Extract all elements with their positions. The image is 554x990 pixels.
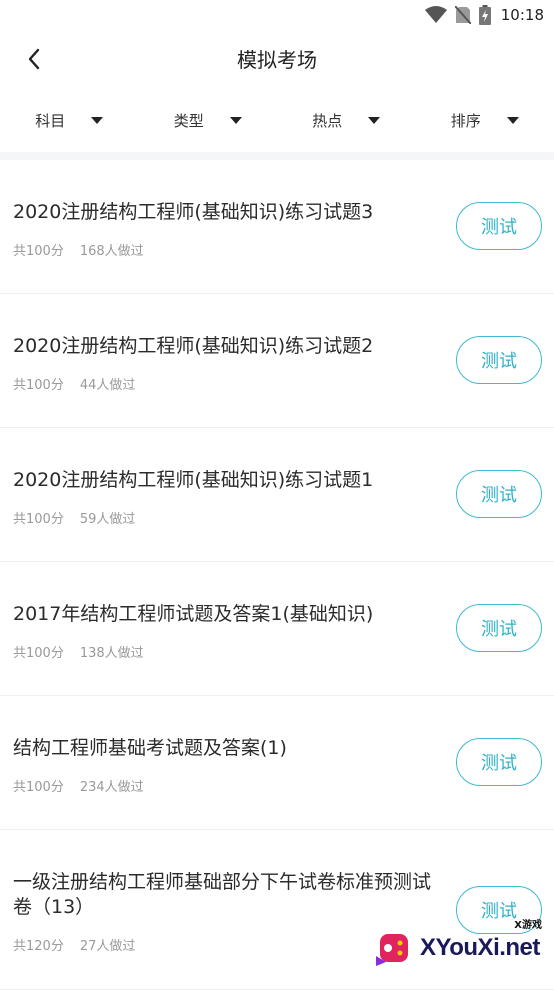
exam-meta: 共100分 44人做过 <box>13 374 135 393</box>
filter-label: 类型 <box>174 110 204 131</box>
list-item[interactable]: 2020注册结构工程师(基础知识)练习试题2 共100分 44人做过 测试 <box>0 294 554 428</box>
list-item[interactable]: 2020注册结构工程师(基础知识)练习试题1 共100分 59人做过 测试 <box>0 428 554 562</box>
exam-title: 2020注册结构工程师(基础知识)练习试题2 <box>13 334 433 359</box>
caret-down-icon <box>230 117 242 124</box>
watermark-text: XYouXi.net <box>420 934 540 962</box>
exam-title: 2020注册结构工程师(基础知识)练习试题1 <box>13 468 433 493</box>
divider <box>0 152 554 160</box>
exam-list: 2020注册结构工程师(基础知识)练习试题3 共100分 168人做过 测试 2… <box>0 160 554 990</box>
test-button[interactable]: 测试 <box>456 470 542 518</box>
filter-type[interactable]: 类型 <box>139 96 278 144</box>
exam-count: 168人做过 <box>80 240 144 259</box>
test-button[interactable]: 测试 <box>456 738 542 786</box>
filter-subject[interactable]: 科目 <box>0 96 139 144</box>
exam-score: 共120分 <box>13 935 64 954</box>
exam-score: 共100分 <box>13 776 64 795</box>
exam-count: 59人做过 <box>80 508 136 527</box>
gamepad-logo-icon <box>374 928 414 968</box>
exam-meta: 共100分 168人做过 <box>13 240 144 259</box>
exam-count: 27人做过 <box>80 935 136 954</box>
list-item[interactable]: 2020注册结构工程师(基础知识)练习试题3 共100分 168人做过 测试 <box>0 160 554 294</box>
list-item[interactable]: 2017年结构工程师试题及答案1(基础知识) 共100分 138人做过 测试 <box>0 562 554 696</box>
exam-score: 共100分 <box>13 374 64 393</box>
exam-title: 2017年结构工程师试题及答案1(基础知识) <box>13 602 433 627</box>
exam-score: 共100分 <box>13 240 64 259</box>
exam-title: 一级注册结构工程师基础部分下午试卷标准预测试卷（13） <box>13 870 433 920</box>
page-title: 模拟考场 <box>0 44 554 73</box>
filter-label: 科目 <box>35 110 65 131</box>
exam-meta: 共100分 234人做过 <box>13 776 144 795</box>
exam-count: 138人做过 <box>80 642 144 661</box>
exam-title: 2020注册结构工程师(基础知识)练习试题3 <box>13 200 433 225</box>
filter-label: 排序 <box>451 110 481 131</box>
filter-bar: 科目 类型 热点 排序 <box>0 96 554 144</box>
exam-score: 共100分 <box>13 642 64 661</box>
caret-down-icon <box>368 117 380 124</box>
status-time: 10:18 <box>501 6 544 24</box>
exam-count: 234人做过 <box>80 776 144 795</box>
exam-meta: 共100分 138人做过 <box>13 642 144 661</box>
filter-label: 热点 <box>312 110 342 131</box>
header: 模拟考场 <box>0 30 554 88</box>
battery-charging-icon <box>479 5 491 25</box>
exam-count: 44人做过 <box>80 374 136 393</box>
wifi-icon <box>425 6 447 24</box>
status-bar: 10:18 <box>0 0 554 30</box>
caret-down-icon <box>507 117 519 124</box>
watermark: XYouXi.net X游戏 <box>374 924 546 972</box>
exam-meta: 共120分 27人做过 <box>13 935 135 954</box>
exam-title: 结构工程师基础考试题及答案(1) <box>13 736 433 761</box>
filter-sort[interactable]: 排序 <box>416 96 554 144</box>
caret-down-icon <box>91 117 103 124</box>
exam-meta: 共100分 59人做过 <box>13 508 135 527</box>
watermark-small-text: X游戏 <box>514 916 542 931</box>
exam-score: 共100分 <box>13 508 64 527</box>
no-sim-icon <box>455 6 471 24</box>
test-button[interactable]: 测试 <box>456 336 542 384</box>
test-button[interactable]: 测试 <box>456 202 542 250</box>
test-button[interactable]: 测试 <box>456 604 542 652</box>
filter-hot[interactable]: 热点 <box>277 96 416 144</box>
list-item[interactable]: 结构工程师基础考试题及答案(1) 共100分 234人做过 测试 <box>0 696 554 830</box>
